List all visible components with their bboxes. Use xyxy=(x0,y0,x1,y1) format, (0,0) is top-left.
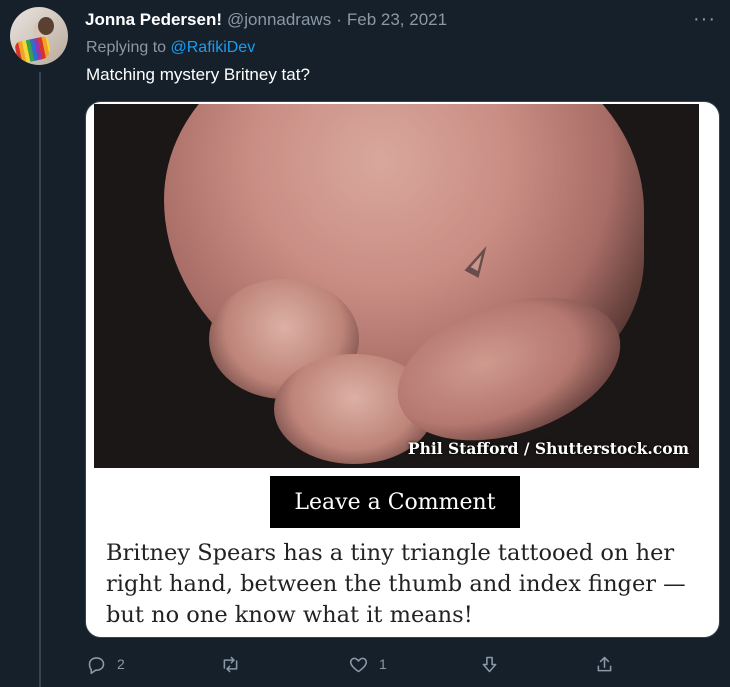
hand-photo: Phil Stafford / Shutterstock.com xyxy=(94,104,699,468)
avatar-rainbow-shape xyxy=(14,35,52,65)
tweet-text: Matching mystery Britney tat? xyxy=(86,65,310,84)
reply-action[interactable]: 2 xyxy=(86,651,125,677)
tweet-media[interactable]: Phil Stafford / Shutterstock.com Leave a… xyxy=(85,101,720,638)
author-name[interactable]: Jonna Pedersen! xyxy=(85,10,222,30)
share-icon xyxy=(597,656,612,671)
tweet-header: Jonna Pedersen! @jonnadraws · Feb 23, 20… xyxy=(85,10,447,30)
share-action[interactable] xyxy=(594,651,615,677)
avatar-head-shape xyxy=(38,17,54,35)
reply-count: 2 xyxy=(117,656,125,672)
more-options-icon[interactable]: ··· xyxy=(693,9,716,29)
meta-separator: · xyxy=(336,10,342,29)
like-icon xyxy=(349,657,368,672)
author-handle[interactable]: @jonnadraws xyxy=(227,10,331,30)
action-bar: 2 1 xyxy=(86,651,686,677)
replying-to-link[interactable]: @RafikiDev xyxy=(171,39,256,56)
tweet-date[interactable]: Feb 23, 2021 xyxy=(347,10,447,30)
thread-line xyxy=(39,72,41,687)
media-caption: Britney Spears has a tiny triangle tatto… xyxy=(106,540,686,628)
like-action[interactable]: 1 xyxy=(348,651,387,677)
retweet-action[interactable] xyxy=(220,651,251,677)
replying-prefix: Replying to xyxy=(86,39,167,56)
downvote-icon xyxy=(482,656,497,672)
avatar[interactable] xyxy=(10,7,68,65)
replying-to: Replying to @RafikiDev xyxy=(86,39,255,57)
reply-icon xyxy=(88,656,105,674)
downvote-action[interactable] xyxy=(479,651,500,677)
retweet-icon xyxy=(223,656,238,672)
photo-credit: Phil Stafford / Shutterstock.com xyxy=(407,439,689,458)
leave-comment-button: Leave a Comment xyxy=(270,476,520,528)
like-count: 1 xyxy=(379,656,387,672)
